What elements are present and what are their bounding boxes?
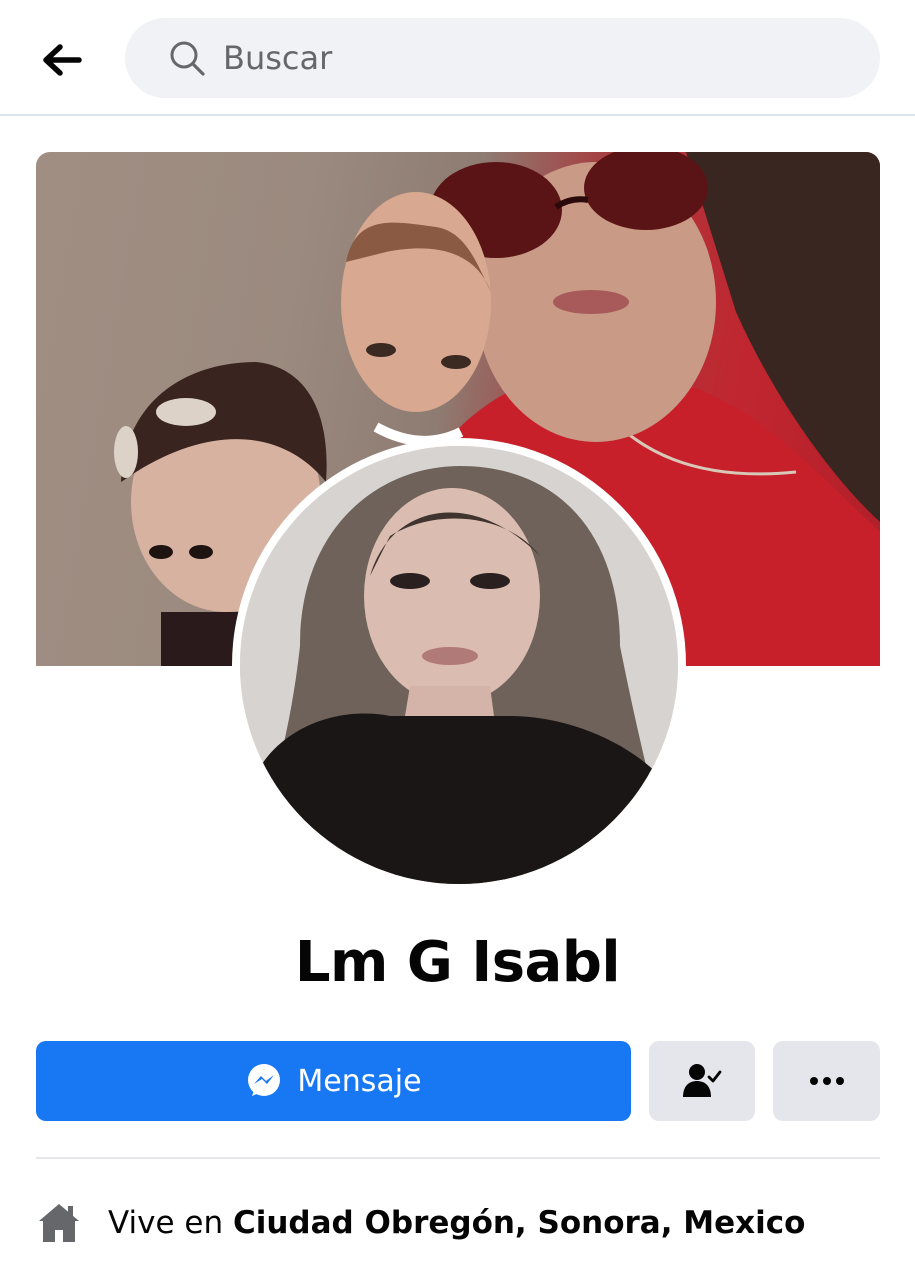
back-button[interactable] [36,38,88,82]
section-divider [36,1157,880,1159]
message-button[interactable]: Mensaje [36,1041,631,1121]
messenger-icon [248,1064,281,1096]
top-bar [0,0,915,116]
intro-lives-in: Vive en Ciudad Obregón, Sonora, Mexico [36,1196,805,1250]
profile-name: Lm G Isabl [294,930,621,995]
search-bar[interactable] [125,18,880,98]
more-dots-icon [809,1077,844,1085]
profile-photo[interactable] [240,446,678,884]
message-button-label: Mensaje [297,1063,422,1099]
lives-in-prefix: Vive en [108,1205,233,1241]
header-divider [0,114,915,116]
profile-page: Lm G Isabl Mensaje Vive en Ciudad Obregó [0,0,915,1280]
profile-photo-image [240,446,678,884]
friends-button[interactable] [649,1041,755,1121]
more-options-button[interactable] [773,1041,880,1121]
home-icon [39,1204,79,1242]
lives-in-text: Vive en Ciudad Obregón, Sonora, Mexico [108,1205,805,1241]
search-input[interactable] [223,18,843,98]
search-icon [170,41,205,76]
friends-check-icon [683,1064,722,1097]
lives-in-place[interactable]: Ciudad Obregón, Sonora, Mexico [233,1205,805,1241]
back-arrow-icon [43,44,82,76]
